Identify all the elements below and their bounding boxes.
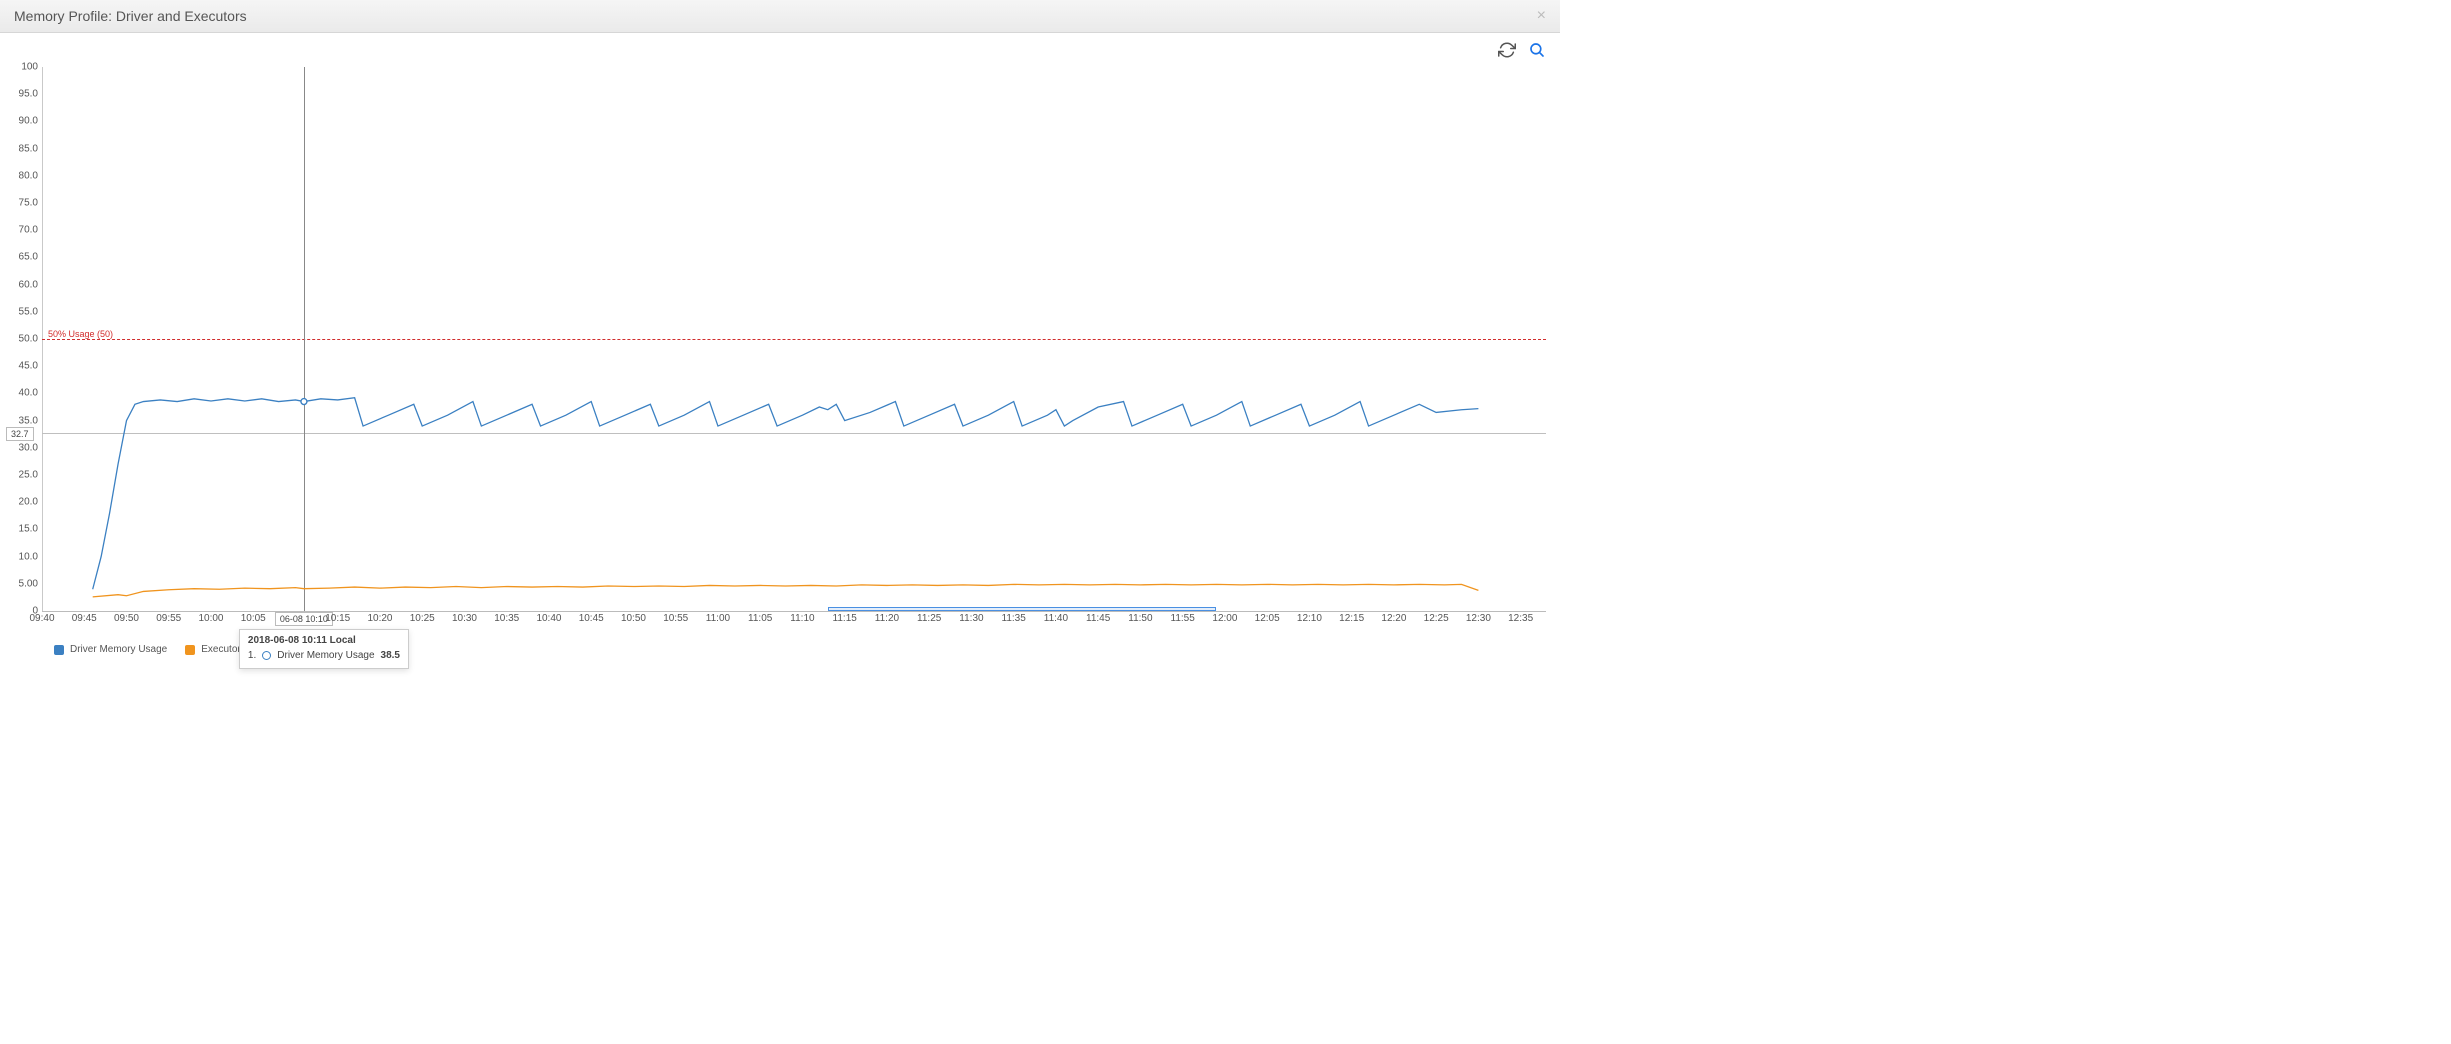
tooltip-row: 1. Driver Memory Usage 38.5: [248, 650, 400, 661]
x-tick-label: 10:35: [494, 613, 519, 624]
panel-header: Memory Profile: Driver and Executors ×: [0, 0, 1560, 33]
x-tick-label: 09:55: [156, 613, 181, 624]
x-tick-label: 11:15: [833, 613, 857, 624]
panel-toolbar: [0, 33, 1560, 61]
x-tick-label: 11:20: [875, 613, 899, 624]
x-tick-label: 11:40: [1044, 613, 1068, 624]
tooltip-row-label: Driver Memory Usage: [277, 650, 374, 661]
x-tick-label: 10:00: [198, 613, 223, 624]
y-tick-label: 5.00: [19, 578, 38, 589]
y-tick-label: 35.0: [19, 415, 38, 426]
series-color-icon: [262, 651, 271, 660]
x-tick-label: 11:30: [959, 613, 983, 624]
x-tick-label: 12:15: [1339, 613, 1364, 624]
tooltip-row-value: 38.5: [381, 650, 400, 661]
x-tick-label: 09:40: [29, 613, 54, 624]
plot-area[interactable]: 50% Usage (50) 32.7: [42, 67, 1546, 611]
series-driver: [93, 398, 1479, 589]
x-tick-label: 12:25: [1424, 613, 1449, 624]
tooltip-title: 2018-06-08 10:11 Local: [248, 635, 400, 646]
chart-legend: Driver Memory Usage Executor Memory Usag…: [0, 641, 1560, 661]
hover-y-badge: 32.7: [6, 427, 34, 441]
chart-tooltip: 2018-06-08 10:11 Local 1. Driver Memory …: [239, 629, 409, 669]
x-tick-label: 11:45: [1086, 613, 1110, 624]
y-tick-label: 15.0: [19, 524, 38, 535]
y-tick-label: 40.0: [19, 388, 38, 399]
y-tick-label: 45.0: [19, 361, 38, 372]
x-tick-label: 10:20: [367, 613, 392, 624]
close-icon[interactable]: ×: [1537, 8, 1546, 24]
y-tick-label: 100: [21, 62, 38, 73]
zoom-icon[interactable]: [1528, 41, 1546, 59]
y-tick-label: 25.0: [19, 470, 38, 481]
x-tick-label: 12:20: [1381, 613, 1406, 624]
legend-item-driver[interactable]: Driver Memory Usage: [54, 644, 167, 655]
panel-title: Memory Profile: Driver and Executors: [14, 8, 247, 24]
y-tick-label: 60.0: [19, 279, 38, 290]
x-tick-label: 12:10: [1297, 613, 1322, 624]
x-tick-label: 12:35: [1508, 613, 1533, 624]
legend-swatch-icon: [54, 645, 64, 655]
x-tick-label: 11:25: [917, 613, 941, 624]
y-tick-label: 30.0: [19, 442, 38, 453]
x-tick-label: 10:30: [452, 613, 477, 624]
y-axis: 05.0010.015.020.025.030.035.040.045.050.…: [0, 67, 42, 611]
y-tick-label: 20.0: [19, 497, 38, 508]
x-tick-label: 10:40: [536, 613, 561, 624]
x-tick-label: 11:00: [706, 613, 730, 624]
chart-svg: [42, 67, 1546, 611]
y-tick-label: 70.0: [19, 225, 38, 236]
x-tick-label: 11:05: [748, 613, 772, 624]
x-tick-label: 10:15: [325, 613, 350, 624]
y-tick-label: 90.0: [19, 116, 38, 127]
y-tick-label: 75.0: [19, 198, 38, 209]
x-tick-label: 12:00: [1212, 613, 1237, 624]
y-tick-label: 65.0: [19, 252, 38, 263]
hover-point-icon: [301, 399, 307, 405]
x-tick-label: 12:30: [1466, 613, 1491, 624]
x-tick-label: 11:50: [1128, 613, 1152, 624]
y-tick-label: 10.0: [19, 551, 38, 562]
legend-swatch-icon: [185, 645, 195, 655]
x-tick-label: 12:05: [1255, 613, 1280, 624]
y-tick-label: 85.0: [19, 143, 38, 154]
x-tick-label: 11:35: [1002, 613, 1026, 624]
x-tick-label: 10:55: [663, 613, 688, 624]
x-tick-label: 10:45: [579, 613, 604, 624]
x-tick-label: 11:55: [1171, 613, 1195, 624]
x-tick-label: 09:50: [114, 613, 139, 624]
x-tick-label: 10:05: [241, 613, 266, 624]
x-tick-label: 09:45: [72, 613, 97, 624]
y-tick-label: 55.0: [19, 306, 38, 317]
tooltip-row-index: 1.: [248, 650, 256, 661]
legend-label: Driver Memory Usage: [70, 644, 167, 655]
refresh-icon[interactable]: [1498, 41, 1516, 59]
x-tick-label: 11:10: [790, 613, 814, 624]
x-tick-label: 10:50: [621, 613, 646, 624]
x-tick-label: 10:25: [410, 613, 435, 624]
y-tick-label: 95.0: [19, 89, 38, 100]
chart-area[interactable]: 05.0010.015.020.025.030.035.040.045.050.…: [0, 61, 1560, 641]
series-executor: [93, 584, 1479, 597]
y-tick-label: 80.0: [19, 170, 38, 181]
y-tick-label: 50.0: [19, 334, 38, 345]
